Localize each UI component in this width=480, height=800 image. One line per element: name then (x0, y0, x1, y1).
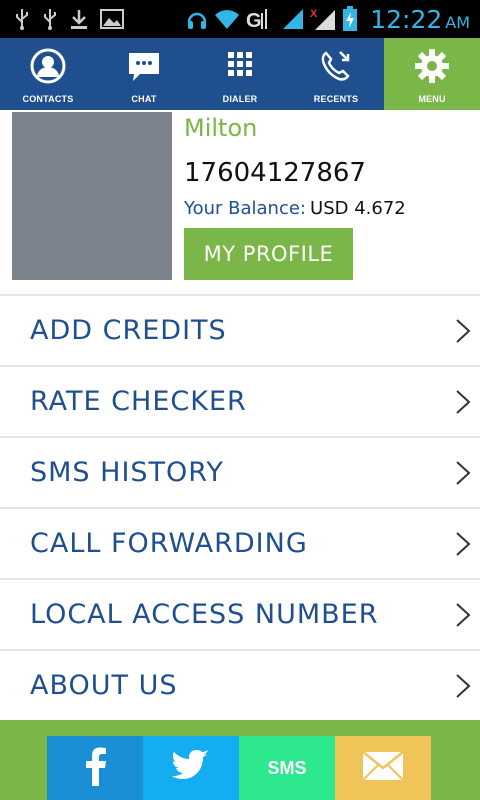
footer-share-bar: SMS (0, 720, 480, 800)
tab-contacts[interactable]: CONTACTS (0, 38, 96, 110)
social-buttons: SMS (47, 736, 431, 800)
status-bar: G X 12:22 AM (0, 0, 480, 38)
menu-item-label: CALL FORWARDING (30, 528, 308, 559)
twitter-icon (172, 750, 210, 786)
status-time: 12:22 AM (364, 5, 470, 34)
chevron-right-icon (448, 531, 478, 557)
menu-item-call-forwarding[interactable]: CALL FORWARDING (0, 507, 480, 578)
menu-item-label: LOCAL ACCESS NUMBER (30, 599, 379, 630)
chevron-right-icon (448, 602, 478, 628)
menu-item-label: ABOUT US (30, 670, 178, 701)
menu-item-local-access-number[interactable]: LOCAL ACCESS NUMBER (0, 578, 480, 649)
clock-ampm: AM (445, 12, 470, 32)
tab-recents[interactable]: RECENTS (288, 38, 384, 110)
twitter-button[interactable] (143, 736, 239, 800)
balance-line: Your Balance: USD 4.672 (184, 198, 406, 219)
menu-item-add-credits[interactable]: ADD CREDITS (0, 294, 480, 365)
signal-icon (282, 8, 304, 30)
tab-recents-label: RECENTS (313, 94, 359, 104)
profile-name: Milton (184, 114, 258, 142)
sms-label: SMS (267, 757, 307, 778)
facebook-icon (83, 746, 107, 790)
balance-value: USD 4.672 (310, 198, 406, 219)
menu-list: ADD CREDITS RATE CHECKER SMS HISTORY CAL… (0, 294, 480, 720)
tab-menu[interactable]: MENU (384, 38, 480, 110)
gear-icon (414, 48, 450, 88)
svg-text:G: G (246, 10, 262, 31)
tab-chat[interactable]: CHAT (96, 38, 192, 110)
tab-contacts-label: CONTACTS (22, 94, 74, 104)
system-icons: G X 12:22 AM (186, 5, 480, 34)
usb-icon (14, 8, 30, 30)
usb-icon (42, 8, 58, 30)
chevron-right-icon (448, 673, 478, 699)
tab-chat-label: CHAT (131, 94, 157, 104)
menu-item-rate-checker[interactable]: RATE CHECKER (0, 365, 480, 436)
avatar[interactable] (12, 112, 172, 280)
my-profile-button[interactable]: MY PROFILE (184, 228, 353, 280)
battery-charging-icon (342, 6, 358, 32)
menu-item-label: ADD CREDITS (30, 315, 227, 346)
notification-icons (0, 8, 124, 30)
menu-item-sms-history[interactable]: SMS HISTORY (0, 436, 480, 507)
top-nav: CONTACTS CHAT DIALER RECENTS MENU (0, 38, 480, 110)
contacts-icon (30, 48, 66, 88)
balance-label: Your Balance: (184, 198, 307, 219)
tab-dialer-label: DIALER (222, 94, 258, 104)
email-button[interactable] (335, 736, 431, 800)
chevron-right-icon (448, 318, 478, 344)
wifi-icon (214, 8, 240, 30)
download-icon (70, 8, 88, 30)
sms-button[interactable]: SMS (239, 736, 335, 800)
headphones-icon (186, 8, 208, 30)
tab-menu-label: MENU (418, 94, 446, 104)
chevron-right-icon (448, 389, 478, 415)
facebook-button[interactable] (47, 736, 143, 800)
menu-item-label: SMS HISTORY (30, 457, 224, 488)
menu-item-label: RATE CHECKER (30, 386, 247, 417)
email-icon (362, 751, 404, 785)
dialer-icon (222, 48, 258, 88)
clock-time: 12:22 (370, 4, 443, 34)
no-signal-icon: X (310, 7, 336, 31)
tab-dialer[interactable]: DIALER (192, 38, 288, 110)
profile-section: Milton 17604127867 Your Balance: USD 4.67… (0, 110, 480, 294)
chevron-right-icon (448, 460, 478, 486)
chat-icon (126, 48, 162, 88)
profile-phone: 17604127867 (184, 158, 366, 188)
svg-text:X: X (310, 8, 318, 20)
recents-icon (318, 48, 354, 88)
menu-item-about-us[interactable]: ABOUT US (0, 649, 480, 720)
gprs-icon: G (246, 7, 276, 31)
image-icon (100, 9, 124, 29)
